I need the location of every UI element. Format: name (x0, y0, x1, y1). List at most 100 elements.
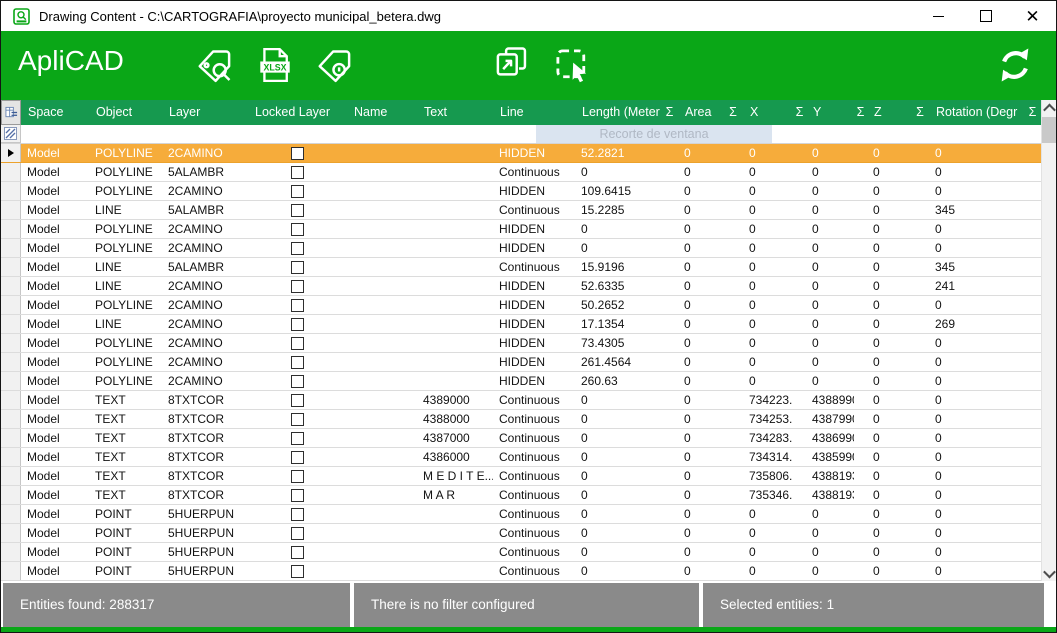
cell-object[interactable]: POINT (89, 562, 162, 580)
cell-x[interactable]: 0 (743, 296, 793, 314)
cell-line[interactable]: Continuous (493, 201, 575, 219)
row-header[interactable] (1, 334, 21, 352)
cell-name[interactable] (347, 562, 417, 580)
cell-layer[interactable]: 2CAMINO (162, 277, 248, 295)
cell-x[interactable]: 0 (743, 220, 793, 238)
cell-z[interactable]: 0 (867, 505, 911, 523)
cell-sum[interactable] (911, 372, 929, 390)
table-row[interactable]: ModelTEXT8TXTCOR4386000Continuous0073431… (1, 448, 1056, 467)
locked-layer-checkbox[interactable] (291, 432, 304, 445)
cell-y[interactable]: 0 (806, 182, 854, 200)
cell-object[interactable]: POLYLINE (89, 334, 162, 352)
cell-rotation[interactable]: 0 (929, 467, 1024, 485)
cell-layer[interactable]: 8TXTCOR (162, 410, 248, 428)
cell-sum[interactable] (661, 315, 678, 333)
cell-sum[interactable] (854, 163, 867, 181)
column-header-object[interactable]: Object (89, 100, 162, 125)
cell-sum[interactable] (661, 391, 678, 409)
refresh-button[interactable] (994, 44, 1036, 86)
cell-length[interactable]: 261.4564 (575, 353, 661, 371)
cell-y[interactable]: 0 (806, 258, 854, 276)
cell-name[interactable] (347, 353, 417, 371)
row-header[interactable] (1, 429, 21, 447)
cell-area[interactable]: 0 (678, 505, 723, 523)
cell-y[interactable]: 4388990 (806, 391, 854, 409)
table-row[interactable]: ModelTEXT8TXTCOR4389000Continuous0073422… (1, 391, 1056, 410)
cell-sum[interactable] (911, 353, 929, 371)
cell-object[interactable]: POLYLINE (89, 220, 162, 238)
cell-sum[interactable] (661, 334, 678, 352)
locked-layer-checkbox[interactable] (291, 223, 304, 236)
cell-area[interactable]: 0 (678, 144, 723, 162)
cell-sum[interactable] (793, 562, 806, 580)
cell-x[interactable]: 734314... (743, 448, 793, 466)
cell-sum[interactable] (911, 163, 929, 181)
cell-x[interactable]: 0 (743, 315, 793, 333)
copy-export-button[interactable] (491, 44, 533, 86)
cell-x[interactable]: 0 (743, 505, 793, 523)
cell-length[interactable]: 0 (575, 163, 661, 181)
cell-sum[interactable] (661, 144, 678, 162)
cell-sum[interactable] (723, 562, 743, 580)
cell-text[interactable] (417, 543, 493, 561)
cell-length[interactable]: 0 (575, 429, 661, 447)
cell-sum[interactable] (911, 391, 929, 409)
cell-object[interactable]: TEXT (89, 467, 162, 485)
cell-area[interactable]: 0 (678, 562, 723, 580)
row-header[interactable] (1, 543, 21, 561)
cell-y[interactable]: 0 (806, 277, 854, 295)
cell-sum[interactable] (911, 410, 929, 428)
cell-sum[interactable] (793, 163, 806, 181)
cell-rotation[interactable]: 0 (929, 163, 1024, 181)
cell-sum[interactable] (723, 524, 743, 542)
cell-sum[interactable] (661, 182, 678, 200)
cell-length[interactable]: 52.2821 (575, 144, 661, 162)
cell-space[interactable]: Model (21, 163, 89, 181)
table-row[interactable]: ModelTEXT8TXTCORM A RContinuous00735346.… (1, 486, 1056, 505)
column-header-text[interactable]: Text (417, 100, 493, 125)
cell-sum[interactable] (793, 543, 806, 561)
cell-sum[interactable] (661, 163, 678, 181)
cell-sum[interactable] (793, 296, 806, 314)
cell-space[interactable]: Model (21, 239, 89, 257)
cell-sum[interactable] (854, 258, 867, 276)
cell-sum[interactable] (911, 429, 929, 447)
filter-cell[interactable] (347, 125, 417, 143)
cell-space[interactable]: Model (21, 391, 89, 409)
cell-layer[interactable]: 2CAMINO (162, 334, 248, 352)
cell-x[interactable]: 0 (743, 258, 793, 276)
cell-rotation[interactable]: 0 (929, 334, 1024, 352)
cell-length[interactable]: 0 (575, 410, 661, 428)
cell-text[interactable]: M A R (417, 486, 493, 504)
cell-line[interactable]: Continuous (493, 486, 575, 504)
locked-layer-checkbox[interactable] (291, 451, 304, 464)
cell-space[interactable]: Model (21, 505, 89, 523)
cell-name[interactable] (347, 163, 417, 181)
cell-object[interactable]: POINT (89, 505, 162, 523)
cell-length[interactable]: 15.9196 (575, 258, 661, 276)
cell-sum[interactable] (723, 334, 743, 352)
cell-layer[interactable]: 8TXTCOR (162, 467, 248, 485)
cell-x[interactable]: 0 (743, 524, 793, 542)
column-header-space[interactable]: Space (21, 100, 89, 125)
cell-sum[interactable] (854, 562, 867, 580)
cell-rotation[interactable]: 0 (929, 486, 1024, 504)
cell-sum[interactable] (723, 486, 743, 504)
locked-layer-checkbox[interactable] (291, 508, 304, 521)
cell-line[interactable]: HIDDEN (493, 372, 575, 390)
cell-space[interactable]: Model (21, 182, 89, 200)
cell-sum[interactable] (1024, 410, 1041, 428)
row-header[interactable] (1, 277, 21, 295)
cell-z[interactable]: 0 (867, 353, 911, 371)
cell-z[interactable]: 0 (867, 182, 911, 200)
cell-sum[interactable] (911, 239, 929, 257)
cell-sum[interactable] (793, 334, 806, 352)
table-row[interactable]: ModelPOLYLINE2CAMINOHIDDEN000000 (1, 220, 1056, 239)
column-header-name[interactable]: Name (347, 100, 417, 125)
cell-z[interactable]: 0 (867, 372, 911, 390)
cell-area[interactable]: 0 (678, 334, 723, 352)
cell-sum[interactable] (854, 182, 867, 200)
row-header[interactable] (1, 353, 21, 371)
column-header-sum[interactable]: Σ (854, 100, 867, 125)
cell-area[interactable]: 0 (678, 448, 723, 466)
